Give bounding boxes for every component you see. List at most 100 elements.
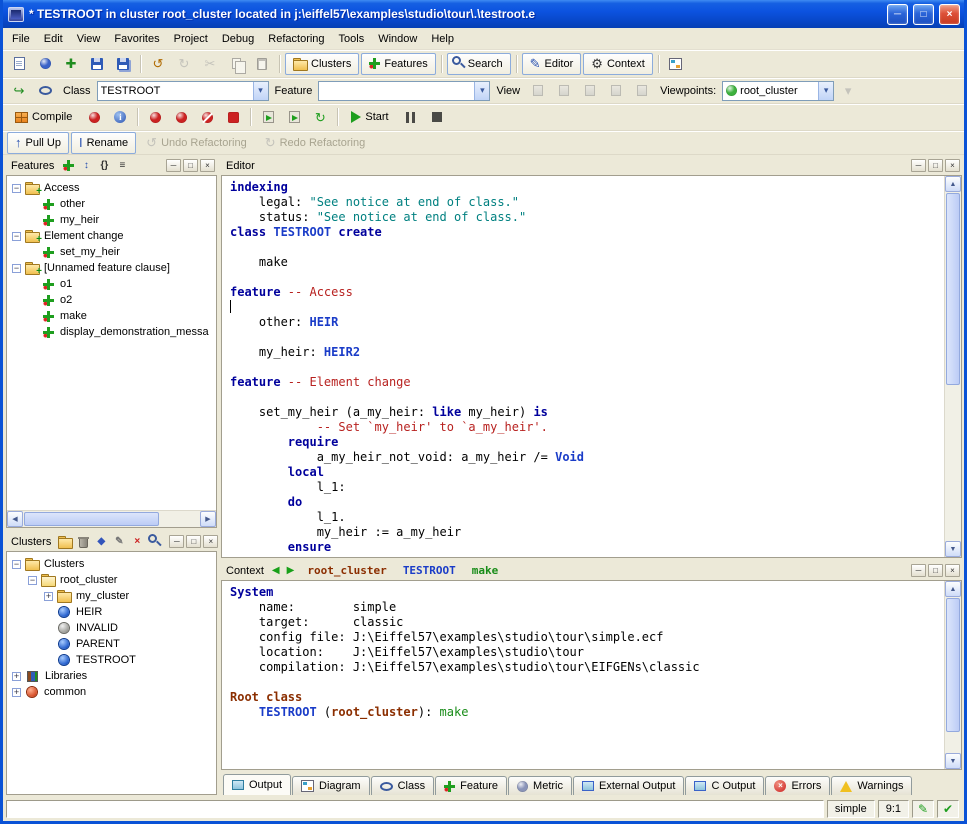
features-minimize-button[interactable]: ─: [166, 159, 181, 172]
undo-icon[interactable]: ↺: [146, 53, 170, 75]
delete-cluster-icon[interactable]: [75, 534, 91, 549]
tab-diagram[interactable]: Diagram: [292, 776, 370, 795]
minimize-button[interactable]: ─: [887, 4, 908, 25]
editor-minimize-button[interactable]: ─: [911, 159, 926, 172]
features-close-button[interactable]: ×: [200, 159, 215, 172]
context-output-area[interactable]: System name: simple target: classic conf…: [222, 581, 944, 769]
tree-item-my-heir[interactable]: my_heir: [8, 212, 215, 228]
scroll-right-icon[interactable]: ▶: [200, 511, 216, 527]
step-over-icon[interactable]: [256, 106, 280, 128]
stop-icon[interactable]: [425, 106, 449, 128]
editor-button[interactable]: ✎Editor: [522, 53, 582, 75]
scroll-left-icon[interactable]: ◀: [7, 511, 23, 527]
clusters-close-button[interactable]: ×: [203, 535, 218, 548]
remove-breakpoints-icon[interactable]: [221, 106, 245, 128]
clusters-tree[interactable]: −Clusters−root_cluster+my_clusterHEIRINV…: [7, 552, 216, 794]
expand-icon[interactable]: +: [44, 592, 53, 601]
tab-errors[interactable]: Errors: [765, 776, 830, 795]
add-cluster-icon[interactable]: [57, 534, 73, 549]
compile-button[interactable]: Compile: [7, 106, 80, 128]
tree-item-o1[interactable]: o1: [8, 276, 215, 292]
close-button[interactable]: ×: [939, 4, 960, 25]
tree-item-display-demonstration-messa[interactable]: display_demonstration_messa: [8, 324, 215, 340]
chevron-down-icon[interactable]: ▾: [818, 82, 833, 100]
new-document-icon[interactable]: [7, 53, 31, 75]
breadcrumb-make[interactable]: make: [472, 564, 499, 577]
features-float-button[interactable]: □: [183, 159, 198, 172]
scroll-down-icon[interactable]: ▼: [945, 541, 961, 557]
debug-ignore-breakpoints-icon[interactable]: [195, 106, 219, 128]
scroll-up-icon[interactable]: ▲: [945, 581, 961, 597]
menu-project[interactable]: Project: [167, 28, 215, 49]
tab-feature[interactable]: Feature: [435, 776, 507, 795]
features-horizontal-scrollbar[interactable]: ◀ ▶: [7, 510, 216, 527]
scroll-down-icon[interactable]: ▼: [945, 753, 961, 769]
tree-item-clusters[interactable]: −Clusters: [8, 556, 215, 572]
collapse-icon[interactable]: −: [28, 576, 37, 585]
step-into-icon[interactable]: [282, 106, 306, 128]
tree-item-access[interactable]: −+Access: [8, 180, 215, 196]
menu-tools[interactable]: Tools: [332, 28, 372, 49]
features-button[interactable]: Features: [361, 53, 435, 75]
open-in-new-tab-icon[interactable]: ↪: [7, 80, 31, 102]
freeze-icon[interactable]: [82, 106, 106, 128]
debug-run-icon[interactable]: [143, 106, 167, 128]
features-sort-icon[interactable]: ↕: [78, 158, 94, 173]
editor-float-button[interactable]: □: [928, 159, 943, 172]
save-all-icon[interactable]: [111, 53, 135, 75]
menu-window[interactable]: Window: [371, 28, 424, 49]
search-cluster-icon[interactable]: [147, 534, 163, 549]
project-info-icon[interactable]: [108, 106, 132, 128]
context-close-button[interactable]: ×: [945, 564, 960, 577]
pin-icon[interactable]: ◆: [93, 534, 109, 549]
tree-item-invalid[interactable]: INVALID: [8, 620, 215, 636]
save-icon[interactable]: [85, 53, 109, 75]
editor-close-button[interactable]: ×: [945, 159, 960, 172]
tree-item-other[interactable]: other: [8, 196, 215, 212]
tree-item-common[interactable]: +common: [8, 684, 215, 700]
collapse-icon[interactable]: −: [12, 184, 21, 193]
clusters-float-button[interactable]: □: [186, 535, 201, 548]
rename-button[interactable]: IRename: [71, 132, 136, 154]
collapse-icon[interactable]: −: [12, 560, 21, 569]
scrollbar-track[interactable]: [945, 192, 961, 541]
tab-external-output[interactable]: External Output: [573, 776, 684, 795]
tree-item-root-cluster[interactable]: −root_cluster: [8, 572, 215, 588]
scrollbar-thumb[interactable]: [946, 598, 960, 732]
search-button[interactable]: Search: [447, 53, 511, 75]
navigate-forward-icon[interactable]: ▶: [285, 565, 297, 576]
clusters-button[interactable]: Clusters: [285, 53, 359, 75]
navigate-back-icon[interactable]: ◀: [270, 565, 282, 576]
features-signature-icon[interactable]: {}: [96, 158, 112, 173]
class-symbol-icon[interactable]: [33, 80, 57, 102]
edit-cluster-icon[interactable]: ✎: [111, 534, 127, 549]
pause-icon[interactable]: [399, 106, 423, 128]
scrollbar-thumb[interactable]: [946, 193, 960, 385]
tree-item-unnamed-feature-clause[interactable]: −+[Unnamed feature clause]: [8, 260, 215, 276]
new-class-icon[interactable]: ✚: [59, 53, 83, 75]
tree-item-heir[interactable]: HEIR: [8, 604, 215, 620]
menu-file[interactable]: File: [5, 28, 37, 49]
expand-icon[interactable]: +: [12, 672, 21, 681]
menu-debug[interactable]: Debug: [215, 28, 261, 49]
titlebar[interactable]: * TESTROOT in cluster root_cluster locat…: [3, 0, 964, 28]
tree-item-parent[interactable]: PARENT: [8, 636, 215, 652]
pull-up-button[interactable]: ↑Pull Up: [7, 132, 69, 154]
tree-item-testroot[interactable]: TESTROOT: [8, 652, 215, 668]
context-float-button[interactable]: □: [928, 564, 943, 577]
tree-item-set-my-heir[interactable]: set_my_heir: [8, 244, 215, 260]
context-vertical-scrollbar[interactable]: ▲ ▼: [944, 581, 961, 769]
clusters-minimize-button[interactable]: ─: [169, 535, 184, 548]
scroll-up-icon[interactable]: ▲: [945, 176, 961, 192]
collapse-icon[interactable]: −: [12, 264, 21, 273]
context-minimize-button[interactable]: ─: [911, 564, 926, 577]
remove-icon[interactable]: ×: [129, 534, 145, 549]
tree-item-o2[interactable]: o2: [8, 292, 215, 308]
feature-combo[interactable]: ▾: [318, 81, 490, 101]
features-flat-icon[interactable]: ≡: [114, 158, 130, 173]
tree-item-libraries[interactable]: +Libraries: [8, 668, 215, 684]
scrollbar-thumb[interactable]: [24, 512, 159, 526]
diagram-tool-icon[interactable]: [664, 53, 688, 75]
tab-output[interactable]: Output: [223, 774, 291, 795]
tab-c-output[interactable]: C Output: [685, 776, 764, 795]
